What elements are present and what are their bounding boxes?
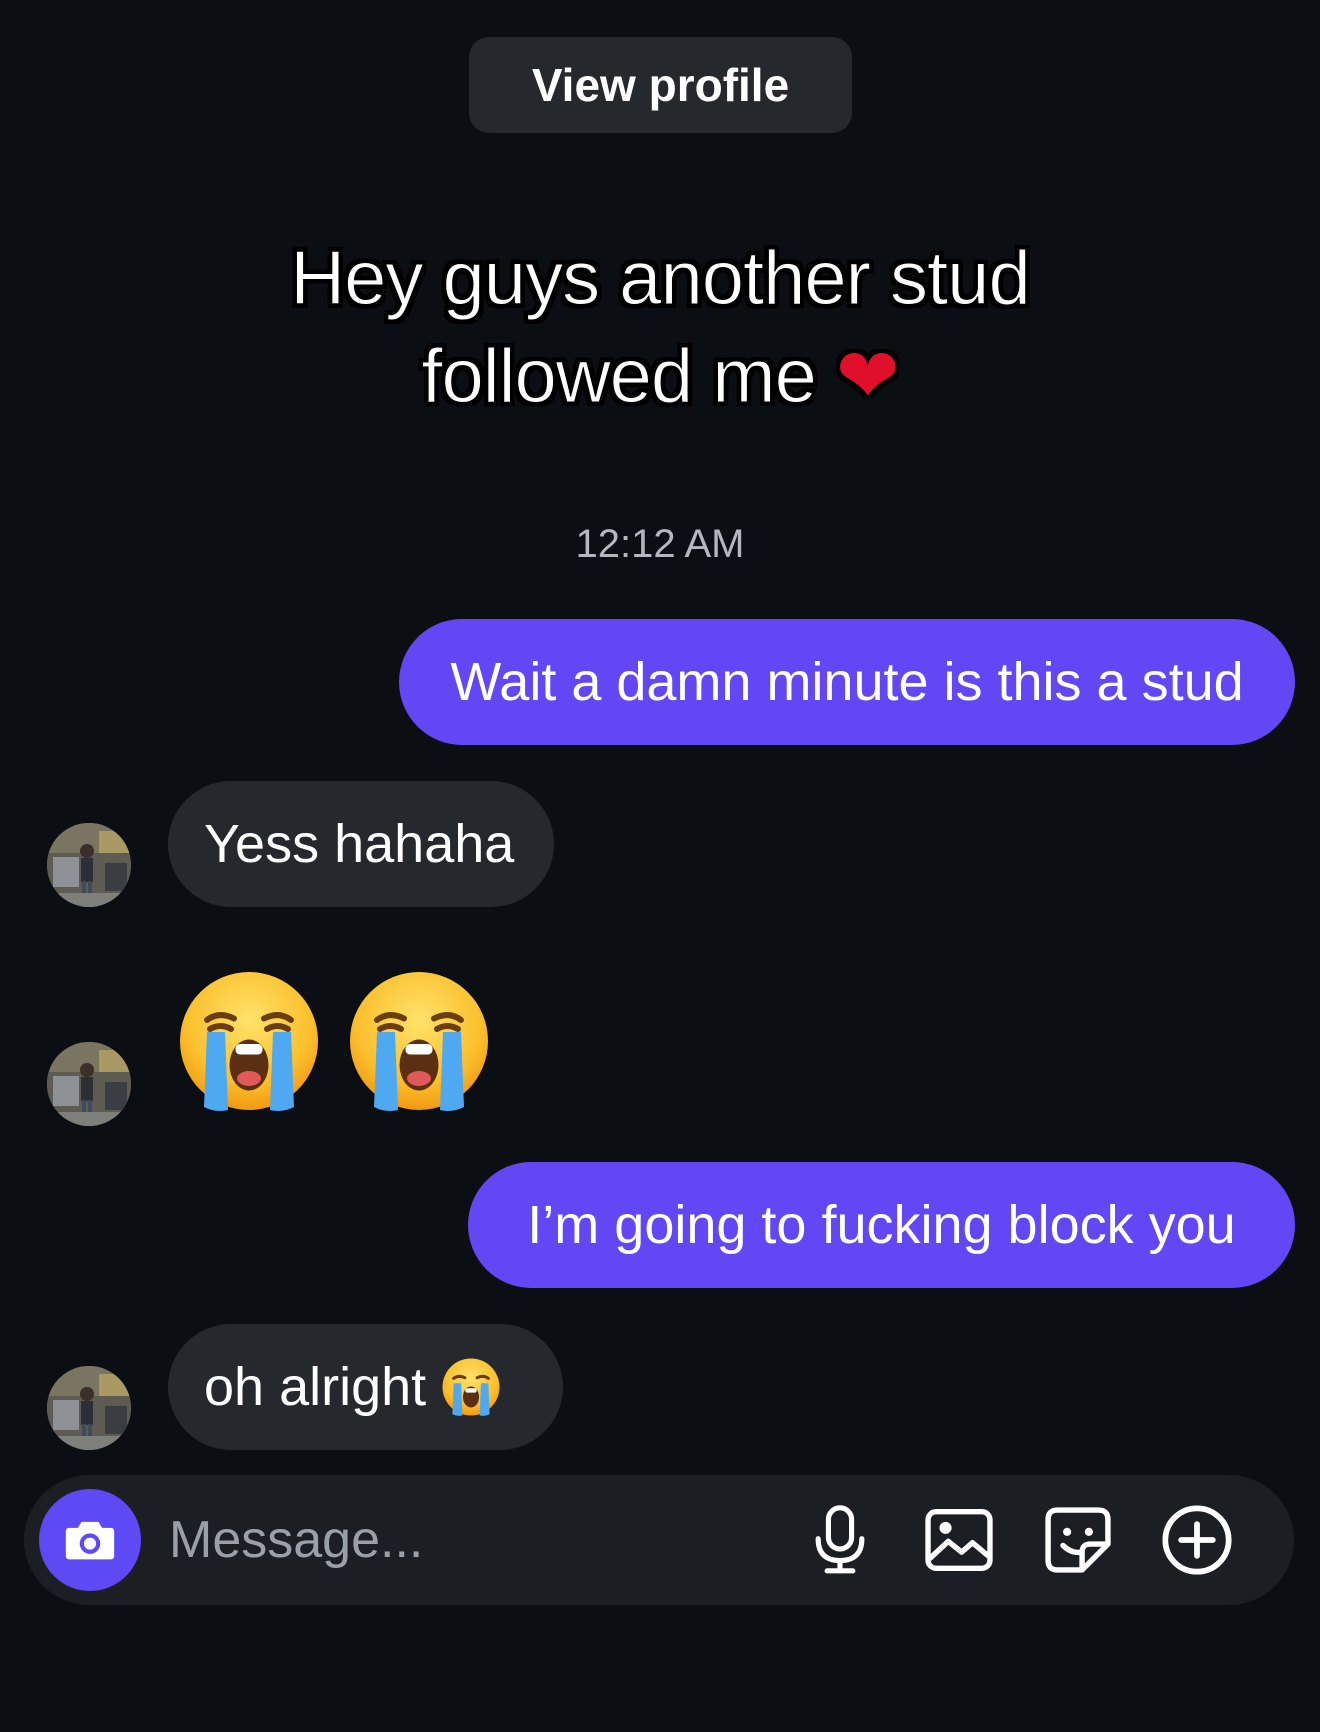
outgoing-message[interactable]: I’m going to fucking block you [468, 1162, 1295, 1288]
incoming-message[interactable]: oh alright [168, 1324, 563, 1450]
avatar-photo-icon [47, 1366, 131, 1450]
sticker-button[interactable] [1038, 1500, 1118, 1580]
message-input[interactable] [169, 1505, 769, 1575]
loudly-crying-face-icon [350, 972, 488, 1111]
sticker-icon [1045, 1507, 1111, 1573]
gallery-button[interactable] [919, 1500, 999, 1580]
message-timestamp: 12:12 AM [575, 522, 745, 566]
image-icon [925, 1509, 993, 1571]
incoming-message[interactable]: Yess hahaha [168, 781, 554, 907]
loudly-crying-face-icon [180, 972, 318, 1111]
view-profile-button[interactable]: View profile [469, 37, 852, 133]
avatar-photo-icon [47, 823, 131, 907]
camera-button[interactable] [39, 1489, 141, 1591]
more-button[interactable] [1157, 1500, 1237, 1580]
incoming-emoji-message[interactable] [174, 966, 494, 1116]
message-text: I’m going to fucking block you [527, 1195, 1236, 1255]
plus-circle-icon [1162, 1505, 1232, 1575]
heart-emoji: ❤ [835, 334, 900, 419]
chat-screen: View profile Hey guys another stud follo… [0, 0, 1320, 1732]
avatar[interactable] [47, 1042, 131, 1126]
avatar[interactable] [47, 1366, 131, 1450]
caption-line-1: Hey guys another stud [290, 236, 1031, 322]
message-text: Yess hahaha [204, 814, 515, 874]
message-composer [24, 1475, 1294, 1605]
microphone-button[interactable] [800, 1500, 880, 1580]
video-caption-overlay: Hey guys another stud followed me ❤ [160, 230, 1160, 426]
message-text: oh alright [204, 1357, 427, 1417]
camera-icon [65, 1521, 115, 1560]
caption-line-2: followed me [421, 334, 818, 420]
message-text: Wait a damn minute is this a stud [450, 652, 1244, 712]
microphone-icon [815, 1505, 865, 1574]
avatar[interactable] [47, 823, 131, 907]
outgoing-message[interactable]: Wait a damn minute is this a stud [399, 619, 1295, 745]
caption-line-2-wrap: followed me ❤ [160, 328, 1160, 426]
loudly-crying-face-icon [442, 1358, 500, 1416]
avatar-photo-icon [47, 1042, 131, 1126]
